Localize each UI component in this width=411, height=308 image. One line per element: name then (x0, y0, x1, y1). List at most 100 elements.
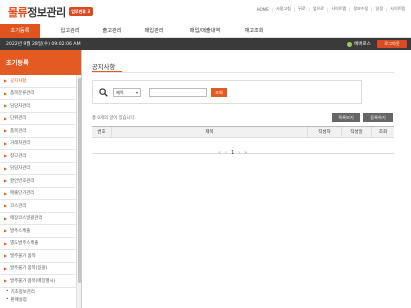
sidebar-item-client[interactable]: ▶ 거래처관리 (0, 138, 76, 150)
column-number[interactable]: 번호 (92, 127, 112, 138)
sidebar-item-product[interactable]: ▶ 품목관리 (0, 125, 76, 138)
post-count: 총 0개의 글이 있습니다. (92, 116, 136, 121)
sidebar-item-notice[interactable]: ▶ 공지사항 (0, 75, 76, 88)
app-logo[interactable]: 물류 정보관리 업무번호 3 (8, 5, 93, 19)
arrow-icon: ▶ (4, 128, 8, 134)
topnav-forward[interactable]: 앞으로 (313, 6, 324, 12)
arrow-icon: ▶ (4, 115, 8, 121)
column-title[interactable]: 제목 (112, 127, 308, 138)
page-number[interactable]: 1 (231, 150, 234, 156)
next-page-button[interactable]: › (238, 150, 240, 156)
logout-button[interactable]: 로그아웃 (377, 40, 407, 48)
sidebar-group-basic-info[interactable]: • 기초정보관리 (0, 288, 76, 296)
sidebar-item-order-block-bulk[interactable]: ▶ 발주불가 품목(일괄) (0, 263, 76, 275)
title-underline (92, 71, 122, 72)
table-header: 번호 제목 작성자 작성일 조회 (92, 126, 394, 138)
menu-initial-registration[interactable]: 초기등록 (0, 24, 40, 38)
search-icon (99, 88, 108, 97)
arrow-icon: ▶ (4, 240, 8, 246)
topnav-schedule[interactable]: 일정 (376, 6, 383, 12)
topnav-separator: | (371, 6, 373, 12)
search-input[interactable] (149, 88, 207, 97)
column-date[interactable]: 작성일 (342, 127, 372, 138)
topnav-separator: | (385, 6, 388, 12)
menu-purchase-sales-history[interactable]: 매입/매출내역 (178, 24, 232, 38)
top-nav: HOME | 사용고침 | 뒤로 | 앞으로 | 사이트맵 | 정보수정 | 일정 | 사이트… (257, 6, 405, 12)
first-page-button[interactable]: « (218, 150, 221, 156)
arrow-icon: ▶ (4, 153, 8, 159)
search-button[interactable]: 조회 (211, 88, 227, 97)
arrow-icon: ▶ (4, 215, 8, 221)
sidebar-item-label: 발주불가 품목(일괄) (10, 266, 48, 272)
sidebar-group-label: 기초정보관리 (10, 289, 35, 295)
sidebar-item-manager[interactable]: ▶ 담당자관리 (0, 100, 76, 113)
sidebar-item-course[interactable]: ▶ 코스관리 (0, 200, 76, 213)
sidebar-item-order-block[interactable]: ▶ 발주불가 품목 (0, 250, 76, 263)
topnav-sitemap-2[interactable]: 사이트맵 (390, 6, 405, 12)
arrow-icon: ▶ (4, 265, 8, 271)
sidebar-item-sales-price[interactable]: ▶ 매출단가관리 (0, 188, 76, 200)
topnav-refresh[interactable]: 사용고침 (276, 6, 291, 12)
arrow-icon: ▶ (4, 140, 8, 146)
sidebar-item-extra-schedule[interactable]: ▶ 별도발주스케줄 (0, 238, 76, 250)
menu-inbound[interactable]: 입고관리 (52, 24, 88, 38)
menu-outbound[interactable]: 출고관리 (94, 24, 130, 38)
sidebar: 초기등록 ▶ 공지사항 ▶ 품목분류관리 ▶ 담당자관리 ▶ 단위관리 ▶ 품목관리 ▶ 거… (0, 50, 82, 308)
sidebar-item-order-schedule[interactable]: ▶ 발주스케줄 (0, 225, 76, 238)
scrollbar-thumb[interactable] (78, 78, 81, 283)
sidebar-item-order-block-store[interactable]: ▶ 발주불가 품목(매장별시) (0, 275, 76, 288)
sidebar-item-label: 품목분류관리 (10, 91, 35, 97)
menu-inventory[interactable]: 재고조회 (236, 24, 272, 38)
current-datetime: 2022년 9월 28일(수) 09:02:06 AM (6, 42, 81, 47)
sidebar-item-label: 담당자관리 (10, 166, 31, 172)
search-select-value: 제목 (116, 90, 124, 95)
register-button[interactable]: 등록하기 (363, 113, 393, 122)
prev-page-button[interactable]: ‹ (225, 150, 227, 156)
sidebar-item-label: 발주스케줄 (10, 228, 31, 234)
topnav-separator: | (349, 6, 351, 12)
sidebar-item-label: 코스관리 (10, 203, 27, 209)
sidebar-group-sales-settings[interactable]: • 판매설정 (0, 296, 76, 304)
sidebar-item-label: 거래처관리 (10, 141, 31, 147)
sidebar-item-discount[interactable]: ▶ 할인반호관리 (0, 175, 76, 188)
sidebar-item-store-course[interactable]: ▶ 매장코스일괄관리 (0, 213, 76, 225)
arrow-icon: ▶ (4, 178, 8, 184)
topnav-sitemap[interactable]: 사이트맵 (331, 6, 346, 12)
sidebar-scrollbar[interactable] (76, 75, 81, 308)
arrow-icon: ▶ (4, 228, 8, 234)
arrow-icon: ▶ (4, 190, 8, 196)
arrow-icon: ▶ (4, 203, 8, 209)
arrow-icon: ▶ (4, 253, 8, 259)
topnav-back[interactable]: 뒤로 (298, 6, 305, 12)
logo-text-primary: 물류 (8, 5, 28, 19)
topnav-home[interactable]: HOME (257, 7, 269, 12)
arrow-icon: ▶ (4, 165, 8, 171)
search-field-select[interactable]: 제목 ▾ (113, 88, 141, 97)
chevron-down-icon: ▾ (135, 90, 138, 95)
sidebar-item-category[interactable]: ▶ 품목분류관리 (0, 88, 76, 100)
list-view-button[interactable]: 목록보기 (332, 113, 360, 122)
sidebar-item-label: 매장코스일괄관리 (10, 216, 43, 222)
sidebar-item-label: 품목관리 (10, 128, 27, 134)
search-panel: 제목 ▾ 조회 (92, 80, 362, 104)
sidebar-item-label: 공지사항 (10, 78, 27, 84)
arrow-icon: ▶ (4, 103, 8, 109)
column-views[interactable]: 조회 (372, 127, 394, 138)
sidebar-item-unit[interactable]: ▶ 단위관리 (0, 113, 76, 125)
top-header: 물류 정보관리 업무번호 3 HOME | 사용고침 | 뒤로 | 앞으로 | 사이트맵… (0, 0, 411, 22)
sidebar-group-label: 판매설정 (10, 297, 27, 303)
main-menu: 초기등록 입고관리 출고관리 매입관리 매입/매출내역 재고조회 (0, 24, 411, 38)
sidebar-item-label: 담당자관리 (10, 103, 31, 109)
sidebar-item-staff[interactable]: ▶ 담당자관리 (0, 163, 76, 175)
column-author[interactable]: 작성자 (308, 127, 342, 138)
arrow-icon: ▶ (4, 78, 8, 84)
sidebar-item-warehouse[interactable]: ▶ 창고관리 (0, 150, 76, 163)
sidebar-item-label: 단위관리 (10, 116, 27, 122)
pagination: « ‹ 1 › » (216, 150, 249, 156)
menu-purchase[interactable]: 매입관리 (136, 24, 172, 38)
sidebar-title: 초기등록 (0, 50, 81, 75)
last-page-button[interactable]: » (244, 150, 247, 156)
topnav-profile[interactable]: 정보수정 (353, 6, 368, 12)
sidebar-item-label: 매출단가관리 (10, 191, 35, 197)
sidebar-list: ▶ 공지사항 ▶ 품목분류관리 ▶ 담당자관리 ▶ 단위관리 ▶ 품목관리 ▶ 거래처관리 … (0, 75, 76, 304)
